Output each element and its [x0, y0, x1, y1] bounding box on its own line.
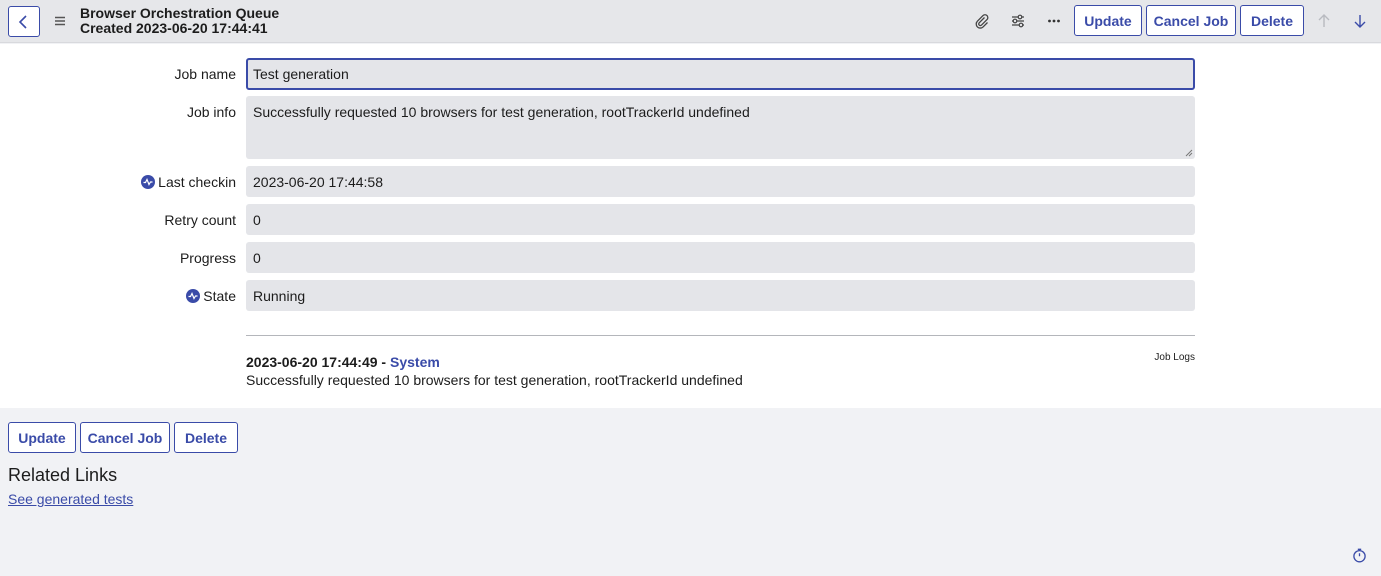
delete-button[interactable]: Delete [1240, 5, 1304, 36]
log-separator: - [377, 354, 390, 370]
record-form: Job name Test generation Job info Succes… [0, 44, 1381, 408]
divider [246, 335, 1195, 336]
log-user-link[interactable]: System [390, 354, 440, 370]
page-title: Browser Orchestration Queue [80, 5, 280, 21]
more-icon[interactable] [1044, 11, 1064, 31]
related-links-title: Related Links [8, 465, 118, 485]
job-info-value: Successfully requested 10 browsers for t… [253, 104, 750, 120]
footer-delete-button[interactable]: Delete [174, 422, 238, 453]
retry-count-label: Retry count [164, 212, 236, 228]
job-logs-title: Job Logs [1154, 352, 1195, 363]
progress-label: Progress [179, 250, 236, 266]
last-checkin-label: Last checkin [141, 174, 236, 190]
job-info-label: Job info [186, 104, 236, 120]
last-checkin-field[interactable]: 2023-06-20 17:44:58 [246, 166, 1195, 197]
paperclip-icon[interactable] [972, 11, 992, 31]
menu-icon[interactable] [52, 13, 68, 29]
back-icon [18, 14, 27, 29]
record-title-block: Browser Orchestration Queue Created 2023… [80, 6, 279, 36]
progress-field[interactable]: 0 [246, 242, 1195, 273]
update-button[interactable]: Update [1074, 5, 1142, 36]
see-generated-tests-link[interactable]: See generated tests [8, 491, 133, 507]
arrow-up-icon[interactable] [1314, 11, 1334, 31]
record-created: Created 2023-06-20 17:44:41 [80, 20, 268, 36]
live-update-icon [186, 289, 201, 303]
job-name-label: Job name [174, 66, 236, 82]
job-info-textarea[interactable]: Successfully requested 10 browsers for t… [246, 96, 1195, 159]
footer-cancel-job-button[interactable]: Cancel Job [80, 422, 170, 453]
footer-update-button[interactable]: Update [8, 422, 76, 453]
sliders-icon[interactable] [1008, 11, 1028, 31]
log-entry-header: 2023-06-20 17:44:49 - System [246, 354, 440, 370]
timer-icon[interactable] [1352, 548, 1367, 563]
live-update-icon [141, 175, 156, 189]
arrow-down-icon[interactable] [1350, 11, 1370, 31]
cancel-job-button[interactable]: Cancel Job [1146, 5, 1236, 36]
form-header: Browser Orchestration Queue Created 2023… [0, 0, 1381, 43]
back-button[interactable] [8, 6, 40, 37]
job-name-field[interactable]: Test generation [246, 58, 1195, 90]
retry-count-field[interactable]: 0 [246, 204, 1195, 235]
log-timestamp: 2023-06-20 17:44:49 [246, 354, 378, 370]
resize-handle-icon[interactable] [1185, 149, 1193, 157]
log-entry-text: Successfully requested 10 browsers for t… [246, 372, 743, 388]
state-label: State [186, 288, 236, 304]
state-field[interactable]: Running [246, 280, 1195, 311]
